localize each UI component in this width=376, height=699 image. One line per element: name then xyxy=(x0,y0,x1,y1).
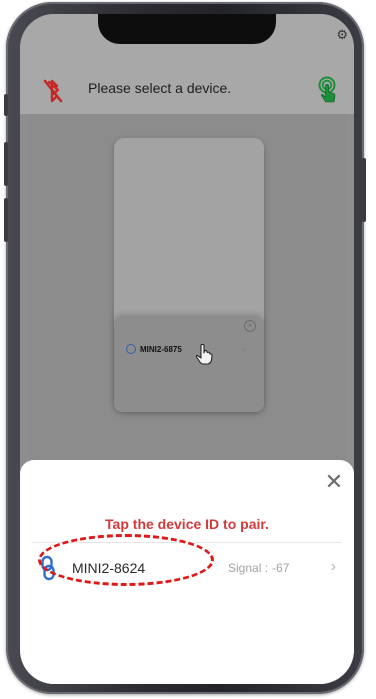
close-icon: × xyxy=(244,320,256,332)
tutorial-device-row: MINI2-6875 xyxy=(126,344,182,354)
sheet-title: Tap the device ID to pair. xyxy=(105,516,269,532)
close-button[interactable]: ✕ xyxy=(324,471,344,493)
chevron-right-icon[interactable]: › xyxy=(331,558,336,576)
chevron-right-icon: ○ xyxy=(242,345,247,354)
app-screen: ⚙ Please select a device. × MINI2-6875 ·… xyxy=(20,14,354,684)
device-id[interactable]: MINI2-8624 xyxy=(72,560,145,576)
signal-value: -67 xyxy=(272,561,290,575)
tutorial-device-id: MINI2-6875 xyxy=(140,344,182,354)
link-icon xyxy=(126,344,136,354)
touch-icon[interactable] xyxy=(317,76,339,104)
bluetooth-off-icon[interactable] xyxy=(42,77,64,105)
tutorial-signal: ····· xyxy=(210,346,220,352)
notch xyxy=(98,14,276,44)
tutorial-popup: × MINI2-6875 ····· ○ xyxy=(114,316,264,412)
signal-label: Signal : xyxy=(228,561,269,575)
device-signal: Signal : -67 xyxy=(228,561,289,575)
mute-switch xyxy=(4,94,8,116)
gear-icon[interactable]: ⚙ xyxy=(336,28,348,41)
divider xyxy=(32,542,342,543)
volume-up-button xyxy=(4,142,8,186)
link-icon xyxy=(41,555,55,581)
pairing-bottom-sheet: ✕ Tap the device ID to pair. MINI2-8624 … xyxy=(20,460,354,684)
volume-down-button xyxy=(4,198,8,242)
app-header: ⚙ Please select a device. xyxy=(20,14,354,114)
power-button xyxy=(362,158,366,222)
page-title: Please select a device. xyxy=(88,80,232,96)
device-list-item[interactable]: MINI2-8624 Signal : -67 › xyxy=(28,548,346,592)
